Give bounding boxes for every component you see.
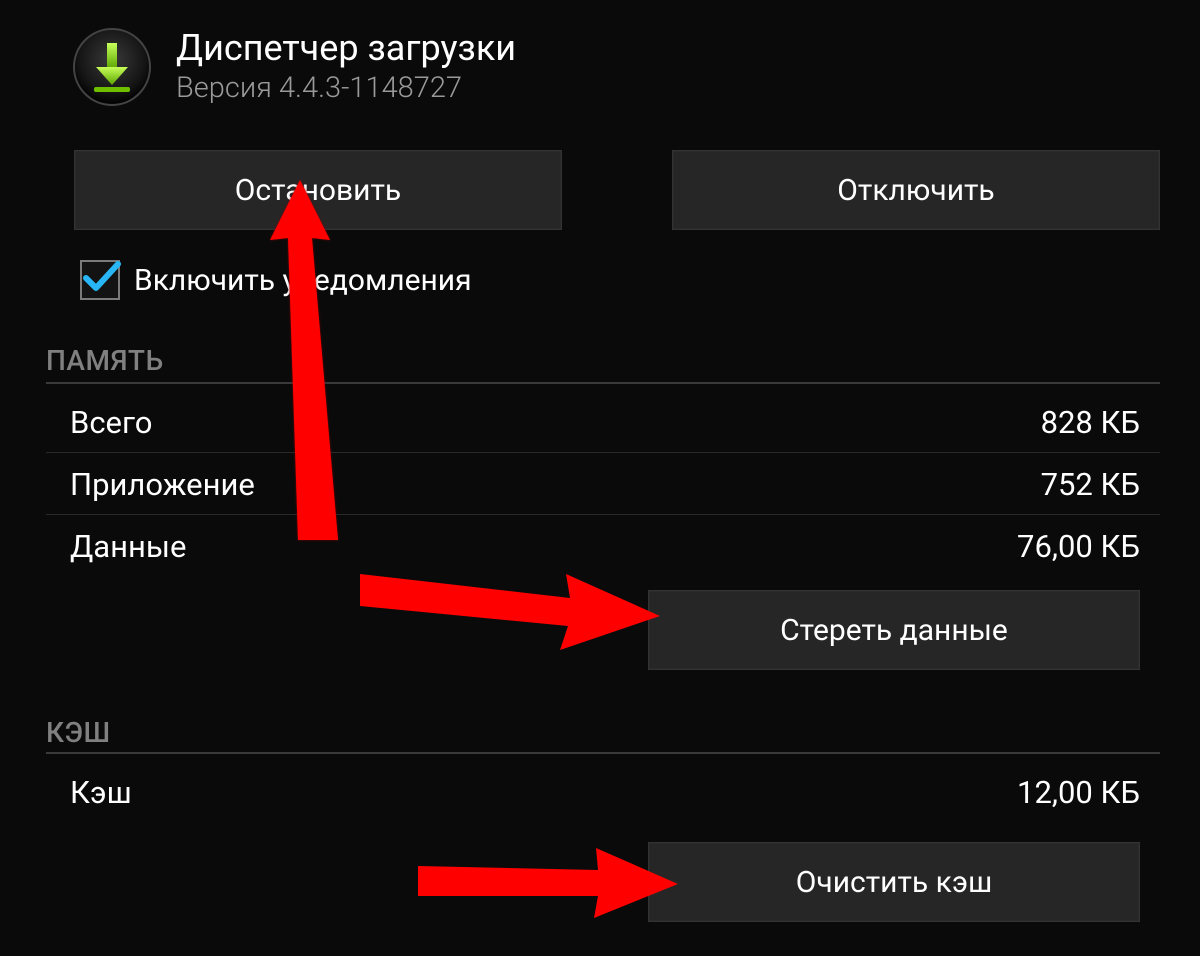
clear-cache-button[interactable]: Очистить кэш (648, 842, 1140, 922)
annotation-arrow-icon (418, 846, 678, 926)
cache-section-title: КЭШ (46, 716, 111, 749)
memory-section-title: ПАМЯТЬ (46, 344, 164, 377)
divider (46, 514, 1160, 515)
memory-data-label: Данные (70, 528, 186, 565)
annotation-arrow-icon (270, 180, 390, 560)
memory-total-row: Всего 828 КБ (70, 404, 1140, 441)
app-version: Версия 4.4.3-1148727 (176, 71, 516, 105)
app-title: Диспетчер загрузки (176, 29, 516, 69)
memory-app-row: Приложение 752 КБ (70, 466, 1140, 503)
clear-data-button[interactable]: Стереть данные (648, 590, 1140, 670)
app-info-screen: Диспетчер загрузки Версия 4.4.3-1148727 … (0, 0, 1200, 956)
primary-actions-row: Остановить Отключить (74, 150, 1160, 228)
cache-value: 12,00 КБ (1017, 774, 1140, 811)
memory-data-value: 76,00 КБ (1017, 528, 1140, 565)
divider (46, 752, 1160, 754)
memory-app-value: 752 КБ (1041, 466, 1140, 503)
download-icon (72, 27, 152, 107)
divider (46, 452, 1160, 453)
disable-button[interactable]: Отключить (672, 150, 1160, 230)
app-header: Диспетчер загрузки Версия 4.4.3-1148727 (72, 22, 1160, 112)
memory-data-row: Данные 76,00 КБ (70, 528, 1140, 565)
notifications-label: Включить уведомления (134, 263, 472, 298)
memory-total-value: 828 КБ (1041, 404, 1140, 441)
cache-label: Кэш (70, 774, 132, 811)
force-stop-button[interactable]: Остановить (74, 150, 562, 230)
notifications-checkbox[interactable] (80, 260, 120, 300)
divider (46, 382, 1160, 384)
memory-app-label: Приложение (70, 466, 255, 503)
notifications-row[interactable]: Включить уведомления (80, 260, 472, 300)
cache-row: Кэш 12,00 КБ (70, 774, 1140, 811)
memory-total-label: Всего (70, 404, 152, 441)
app-title-block: Диспетчер загрузки Версия 4.4.3-1148727 (176, 29, 516, 105)
